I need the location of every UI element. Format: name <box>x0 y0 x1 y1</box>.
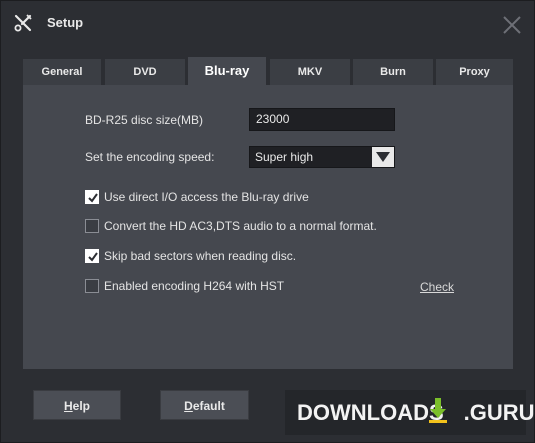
default-button[interactable]: Default <box>160 390 249 420</box>
checkbox-skip-bad-sectors[interactable] <box>85 249 99 263</box>
tab-bluray[interactable]: Blu-ray <box>188 57 266 85</box>
tab-mkv[interactable]: MKV <box>270 59 350 85</box>
tab-burn[interactable]: Burn <box>353 59 433 85</box>
checkbox-convert-audio[interactable] <box>85 219 99 233</box>
window-title: Setup <box>47 15 84 30</box>
close-icon[interactable] <box>502 15 522 35</box>
watermark-text: DOWNLOADS .GURU <box>297 400 535 426</box>
setup-window: Setup General DVD Blu-ray MKV Burn Proxy… <box>0 0 535 443</box>
chevron-down-icon[interactable] <box>372 147 394 167</box>
help-button[interactable]: Help <box>33 390 121 420</box>
checkbox-h264-hst[interactable] <box>85 279 99 293</box>
disc-size-input[interactable]: 23000 <box>249 108 395 131</box>
option-label: Use direct I/O access the Blu-ray drive <box>104 190 309 204</box>
title-bar: Setup <box>1 1 534 45</box>
tab-dvd[interactable]: DVD <box>105 59 185 85</box>
help-button-mnemonic: H <box>63 399 73 413</box>
downloads-guru-watermark: DOWNLOADS .GURU <box>285 390 535 435</box>
checkbox-direct-io[interactable] <box>85 190 99 204</box>
check-link[interactable]: Check <box>420 280 454 294</box>
encoding-speed-value: Super high <box>255 150 314 164</box>
watermark-right: .GURU <box>463 400 535 425</box>
watermark-left: DOWNLOADS <box>297 400 444 425</box>
option-label: Skip bad sectors when reading disc. <box>104 249 297 263</box>
default-button-label: efault <box>192 399 225 413</box>
tools-icon <box>13 13 33 33</box>
disc-size-label: BD-R25 disc size(MB) <box>85 113 204 127</box>
encoding-speed-select[interactable]: Super high <box>249 146 395 168</box>
tab-general[interactable]: General <box>23 59 101 85</box>
help-button-label: elp <box>72 399 90 413</box>
option-label: Convert the HD AC3,DTS audio to a normal… <box>104 219 377 233</box>
default-button-mnemonic: D <box>184 399 193 413</box>
tab-proxy[interactable]: Proxy <box>436 59 513 85</box>
download-arrow-icon <box>427 396 449 429</box>
option-label: Enabled encoding H264 with HST <box>104 279 285 293</box>
encoding-speed-label: Set the encoding speed: <box>85 150 215 164</box>
tab-bar: General DVD Blu-ray MKV Burn Proxy <box>23 57 513 85</box>
